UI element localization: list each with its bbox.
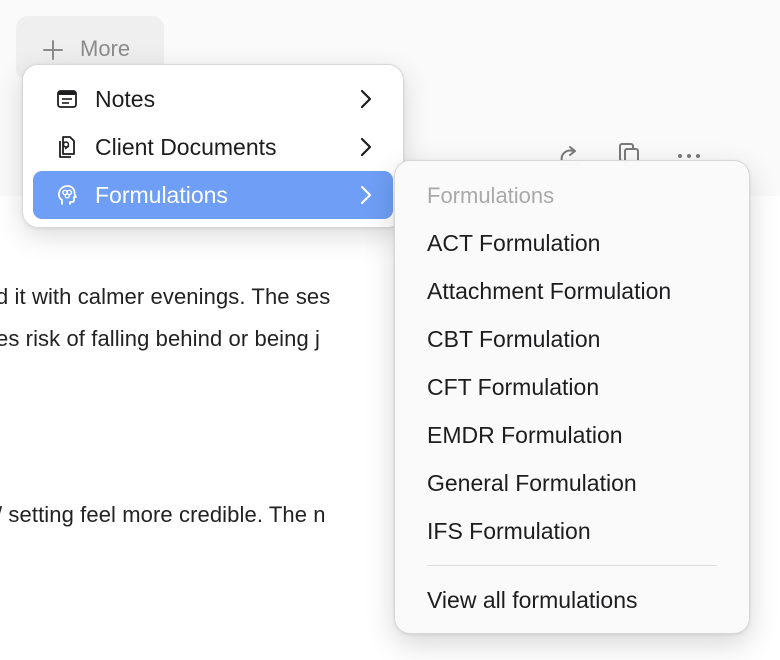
- menu-item-formulations[interactable]: Formulations: [33, 171, 393, 219]
- submenu-header: Formulations: [427, 183, 555, 208]
- menu-item-client-documents[interactable]: Client Documents: [33, 123, 393, 171]
- chevron-right-icon: [360, 89, 372, 109]
- more-button-label: More: [80, 36, 131, 61]
- chevron-right-icon: [360, 137, 372, 157]
- content-line: es risk of falling behind or being j: [0, 326, 321, 351]
- submenu-item-attachment[interactable]: Attachment Formulation: [395, 267, 749, 315]
- submenu-item-general[interactable]: General Formulation: [395, 459, 749, 507]
- submenu-item-act[interactable]: ACT Formulation: [395, 219, 749, 267]
- menu-item-label: Notes: [95, 85, 156, 112]
- menu-item-label: Client Documents: [95, 133, 277, 160]
- notes-icon: [57, 90, 77, 108]
- chevron-right-icon: [360, 185, 372, 205]
- submenu-item-cft[interactable]: CFT Formulation: [395, 363, 749, 411]
- submenu-item-cbt[interactable]: CBT Formulation: [395, 315, 749, 363]
- submenu-item-emdr[interactable]: EMDR Formulation: [395, 411, 749, 459]
- formulations-submenu: Formulations ACT Formulation Attachment …: [394, 160, 750, 634]
- content-line: / setting feel more credible. The n: [0, 502, 326, 527]
- menu-item-label: Formulations: [95, 181, 228, 208]
- content-line: d it with calmer evenings. The ses: [0, 284, 331, 309]
- menu-item-notes[interactable]: Notes: [33, 75, 393, 123]
- more-dropdown-menu: Notes Client Documents Formulations: [22, 64, 404, 228]
- view-all-formulations-link[interactable]: View all formulations: [395, 576, 749, 624]
- plus-icon: [43, 40, 63, 60]
- client-documents-icon: [59, 136, 75, 158]
- submenu-item-ifs[interactable]: IFS Formulation: [395, 507, 749, 555]
- brain-head-icon: [57, 185, 77, 205]
- submenu-divider: [427, 565, 717, 566]
